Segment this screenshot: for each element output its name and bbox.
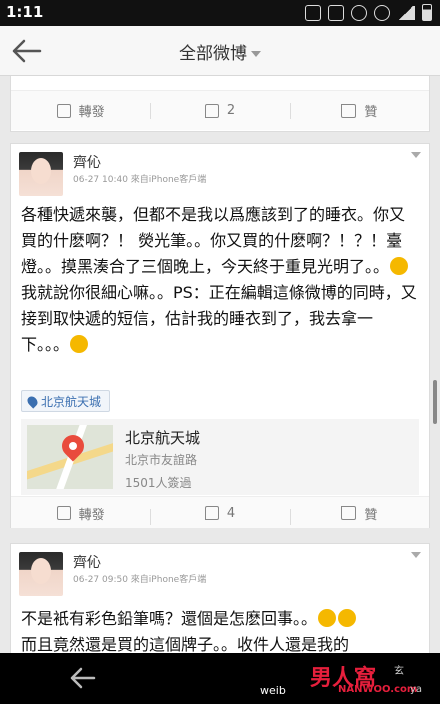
location-card[interactable]: 北京航天城 北京市友誼路 1501人簽過 — [21, 419, 419, 495]
notification-icon — [305, 4, 321, 21]
like-label: 贊 — [364, 507, 378, 523]
laugh-emoji-icon — [390, 257, 409, 275]
location-pin-icon — [25, 393, 40, 409]
post-text: 不是衹有彩色鉛筆嗎？還個是怎麽回事。。 而且竟然還是買的這個牌子。。收件人還是我… — [21, 606, 419, 658]
post-meta: 06-27 09:50 來自iPhone客戶端 — [73, 575, 207, 585]
post-username[interactable]: 齊伈 — [73, 552, 101, 572]
post-card[interactable]: 齊伈 06-27 10:40 來自iPhone客戶端 各種快遞來襲，但都不是我以… — [10, 143, 430, 528]
comment-icon — [204, 506, 219, 520]
repost-button[interactable]: 轉發 — [11, 91, 150, 130]
post-username[interactable]: 齊伈 — [73, 152, 101, 172]
watermark: weib 男人窩 NANWOO.com 玄 ya — [260, 660, 432, 700]
comment-count: 4 — [226, 505, 236, 521]
avatar[interactable] — [19, 152, 63, 196]
watermark-handle: 玄 — [394, 666, 404, 677]
think-emoji-icon — [70, 335, 89, 353]
post-menu-icon[interactable] — [411, 552, 421, 558]
status-bar: 1:11 — [0, 0, 440, 26]
post-text-part2: 而且竟然還是買的這個牌子。。收件人還是我的 — [21, 635, 350, 654]
page-title: 全部微博 — [179, 44, 247, 64]
post-text-part1: 不是衹有彩色鉛筆嗎？還個是怎麽回事。。 — [21, 609, 318, 628]
watermark-url: NANWOO.com — [338, 684, 418, 695]
location-visits: 1501人簽過 — [125, 476, 192, 490]
status-time: 1:11 — [6, 3, 44, 21]
map-thumbnail — [27, 425, 113, 489]
repost-label: 轉發 — [78, 507, 105, 523]
prev-post-actions: 轉發 2 贊 — [11, 90, 429, 130]
comment-button[interactable]: 4 — [150, 497, 289, 529]
comment-count: 2 — [226, 103, 236, 118]
post-card-2[interactable]: 齊伈 06-27 09:50 來自iPhone客戶端 不是衹有彩色鉛筆嗎？還個是… — [10, 543, 430, 654]
watermark-prefix: weib — [260, 684, 286, 697]
signal-icon — [397, 5, 415, 20]
top-bar: 全部微博 — [0, 26, 440, 76]
surprised-emoji-icon — [338, 609, 357, 627]
watermark-suffix: ya — [410, 684, 423, 695]
post-text: 各種快遞來襲，但都不是我以爲應該到了的睡衣。你又買的什麽啊？！ 熒光筆。。你又買… — [21, 202, 419, 358]
like-button[interactable]: 贊 — [289, 497, 429, 529]
comment-icon — [204, 103, 219, 118]
chevron-down-icon — [251, 51, 261, 57]
prev-post-card: 轉發 2 贊 — [10, 76, 430, 132]
sync-icon — [351, 4, 367, 21]
like-icon — [341, 103, 357, 118]
repost-icon — [56, 103, 71, 118]
like-label: 贊 — [364, 105, 378, 120]
feed-title-dropdown[interactable]: 全部微博 — [0, 39, 440, 64]
location-address: 北京市友誼路 — [125, 453, 198, 467]
location-name: 北京航天城 — [125, 429, 201, 447]
status-icons — [305, 4, 432, 21]
scrollbar[interactable] — [433, 380, 437, 424]
location-tag-label: 北京航天城 — [41, 394, 102, 409]
repost-icon — [56, 506, 71, 520]
repost-label: 轉發 — [78, 105, 105, 120]
post-meta: 06-27 10:40 來自iPhone客戶端 — [73, 175, 207, 185]
surprised-emoji-icon — [318, 609, 337, 627]
avatar[interactable] — [19, 552, 63, 596]
nav-back-icon[interactable] — [66, 665, 100, 691]
like-icon — [341, 506, 357, 520]
battery-icon — [422, 4, 432, 21]
post-menu-icon[interactable] — [411, 152, 421, 158]
location-tag[interactable]: 北京航天城 — [21, 390, 111, 412]
image-icon — [328, 4, 344, 21]
repost-button[interactable]: 轉發 — [11, 497, 150, 529]
alarm-icon — [374, 4, 390, 21]
comment-button[interactable]: 2 — [150, 91, 289, 130]
post-text-part1: 各種快遞來襲，但都不是我以爲應該到了的睡衣。你又買的什麽啊？！ 熒光筆。。你又買… — [21, 205, 406, 276]
post-actions: 轉發 4 贊 — [11, 496, 429, 528]
like-button[interactable]: 贊 — [289, 91, 429, 130]
